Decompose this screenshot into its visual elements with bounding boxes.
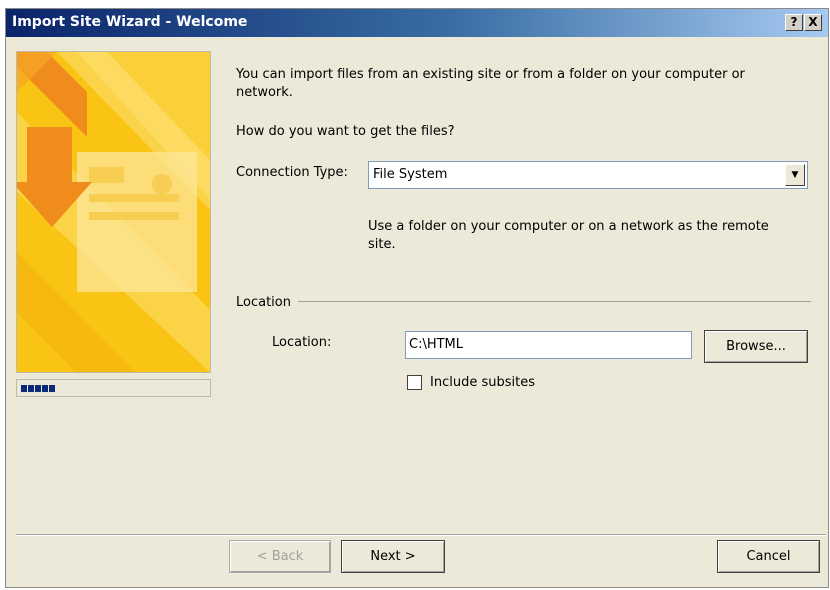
intro-text-line1: You can import files from an existing si… (236, 67, 745, 82)
location-input-value: C:\HTML (409, 337, 464, 352)
title-bar[interactable]: Import Site Wizard - Welcome ? X (6, 9, 828, 37)
import-site-wizard-window: Import Site Wizard - Welcome ? X You can… (5, 8, 829, 588)
close-button[interactable]: X (804, 14, 822, 31)
include-subsites-checkbox[interactable] (407, 375, 422, 390)
wizard-progress-bar (16, 379, 211, 397)
wizard-illustration-icon (17, 52, 210, 372)
chevron-down-icon[interactable]: ▼ (785, 164, 805, 186)
progress-segment (42, 385, 48, 392)
connection-type-label: Connection Type: (236, 165, 348, 180)
location-input[interactable]: C:\HTML (405, 331, 692, 359)
wizard-graphic-panel (16, 51, 211, 373)
help-button[interactable]: ? (785, 14, 803, 31)
connection-description-line1: Use a folder on your computer or on a ne… (368, 219, 769, 234)
connection-type-select[interactable]: File System ▼ (368, 161, 808, 189)
location-group-divider (298, 301, 811, 302)
location-field-label: Location: (272, 335, 332, 350)
question-text: How do you want to get the files? (236, 124, 455, 139)
intro-text-line2: network. (236, 85, 293, 100)
location-group-label: Location (236, 295, 291, 310)
footer-divider (16, 534, 826, 536)
progress-segment (35, 385, 41, 392)
browse-button[interactable]: Browse... (704, 330, 808, 363)
progress-segment (49, 385, 55, 392)
progress-segment (28, 385, 34, 392)
window-title: Import Site Wizard - Welcome (12, 14, 248, 30)
connection-description-line2: site. (368, 237, 396, 252)
include-subsites-label[interactable]: Include subsites (430, 375, 535, 390)
back-button[interactable]: < Back (229, 540, 331, 573)
next-button[interactable]: Next > (341, 540, 445, 573)
progress-segment (21, 385, 27, 392)
connection-type-value: File System (373, 167, 448, 182)
cancel-button[interactable]: Cancel (717, 540, 820, 573)
